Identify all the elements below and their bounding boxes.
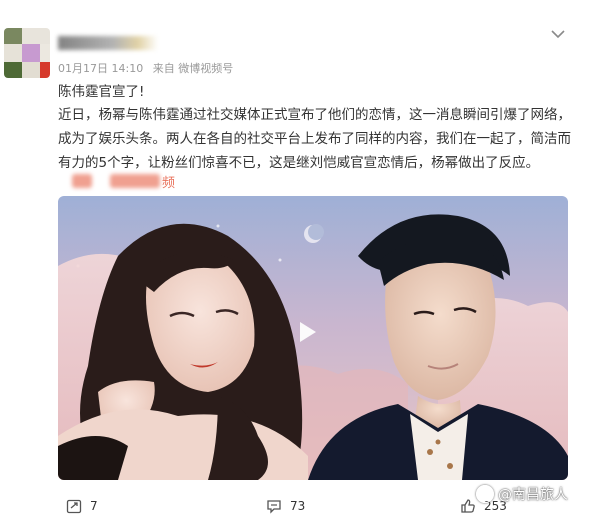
- post-body: 近日，杨幂与陈伟霆通过社交媒体正式宣布了他们的恋情，这一消息瞬间引爆了网络， 成…: [58, 103, 571, 175]
- repost-button[interactable]: 7: [66, 498, 98, 514]
- repost-count: 7: [90, 499, 98, 513]
- avatar-pixel: [40, 62, 50, 78]
- watermark: @南昌旅人: [476, 484, 568, 504]
- comment-button[interactable]: 73: [266, 498, 305, 514]
- post-timestamp[interactable]: 01月17日 14:10: [58, 62, 143, 75]
- thumbs-up-icon: [461, 499, 475, 513]
- play-icon[interactable]: [291, 317, 321, 347]
- post-headline: 陈伟霆官宣了!: [58, 84, 145, 100]
- blurred-link-icon: [72, 174, 92, 188]
- post-body-line: 近日，杨幂与陈伟霆通过社交媒体正式宣布了他们的恋情，这一消息瞬间引爆了网络，: [58, 107, 571, 123]
- watermark-text: @南昌旅人: [498, 487, 568, 503]
- repost-icon: [66, 499, 82, 514]
- comment-count: 73: [290, 499, 306, 513]
- avatar-pixel: [4, 28, 22, 44]
- post-source: 来自 微博视频号: [152, 62, 234, 75]
- post-body-line: 成为了娱乐头条。两人在各自的社交平台上发布了同样的内容，我们在一起了，简洁而: [58, 131, 571, 147]
- comment-icon: [267, 500, 281, 514]
- video-link-suffix: 频: [162, 175, 176, 191]
- video-link[interactable]: 频: [72, 172, 176, 191]
- blurred-link-text: [110, 174, 160, 188]
- avatar[interactable]: [4, 28, 50, 78]
- avatar-pixel: [22, 62, 40, 78]
- avatar-pixel: [22, 44, 40, 62]
- avatar-pixel: [22, 28, 50, 44]
- post-meta: 01月17日 14:10 来自 微博视频号: [58, 60, 239, 76]
- username-blurred[interactable]: [58, 36, 158, 50]
- watermark-logo-icon: [476, 485, 494, 503]
- avatar-pixel: [4, 44, 22, 62]
- chevron-down-icon[interactable]: [548, 24, 568, 44]
- avatar-pixel: [40, 44, 50, 62]
- avatar-pixel: [4, 62, 22, 78]
